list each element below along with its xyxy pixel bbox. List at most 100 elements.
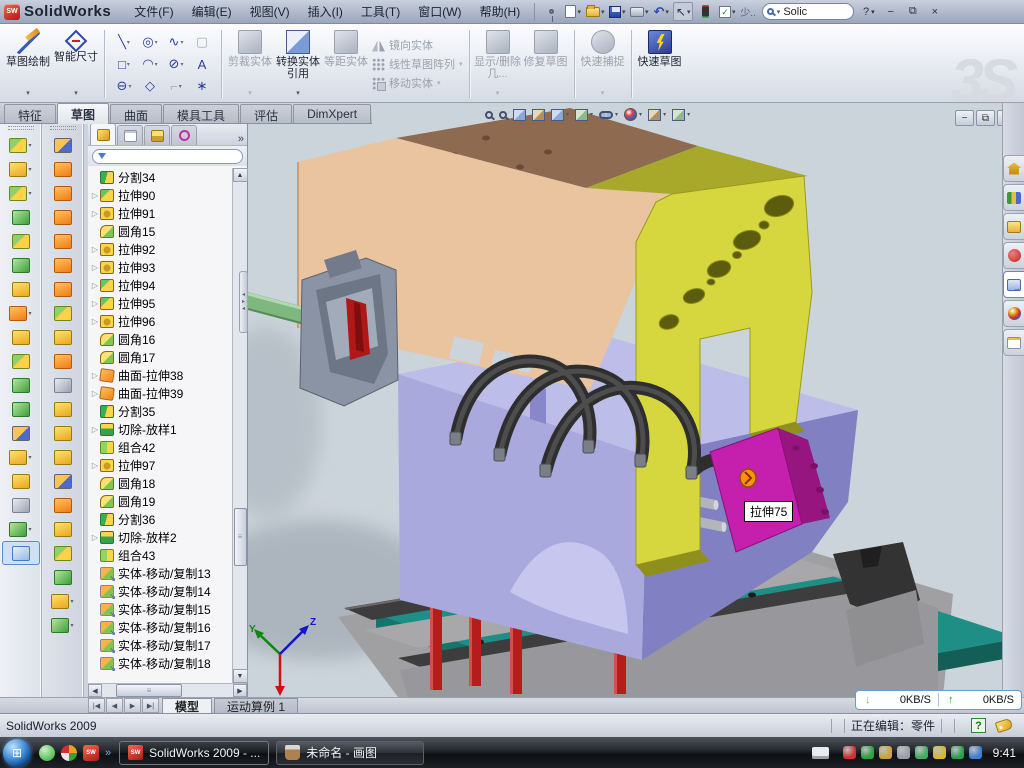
tray-security-green-icon[interactable]: [861, 746, 874, 759]
features-toolbar-icon-9[interactable]: [2, 325, 40, 349]
tray-network-icon[interactable]: [915, 746, 928, 759]
features-toolbar-icon-14[interactable]: ▾: [2, 445, 40, 469]
rebuild-icon[interactable]: [695, 2, 715, 21]
tab-DimXpert[interactable]: DimXpert: [293, 104, 371, 123]
mold-toolbar-icon-8[interactable]: [44, 301, 82, 325]
appearances-icon[interactable]: ▾: [624, 108, 642, 121]
mold-toolbar-icon-14[interactable]: [44, 445, 82, 469]
task-pane-home-button[interactable]: [1003, 155, 1024, 182]
mold-toolbar-icon-1[interactable]: [44, 133, 82, 157]
sketch-entity-icon[interactable]: ∿▾: [163, 31, 189, 53]
tree-item[interactable]: 实体-移动/复制14: [90, 582, 247, 600]
quick-launch-solidworks-icon[interactable]: SW: [83, 745, 99, 761]
tab-特征[interactable]: 特征: [4, 104, 56, 123]
doc-tab-inactive[interactable]: 运动算例 1: [214, 698, 298, 713]
doc-nav-button[interactable]: ▶: [124, 698, 141, 713]
tray-security-red-icon[interactable]: [843, 746, 856, 759]
zoom-area-icon[interactable]: [499, 111, 507, 119]
task-pane-design-library-button[interactable]: [1003, 184, 1024, 211]
expand-arrow-icon[interactable]: ▷: [90, 299, 100, 308]
restore-button[interactable]: ⧉: [903, 3, 923, 20]
expand-arrow-icon[interactable]: ▷: [90, 281, 100, 290]
convert-entities-button[interactable]: 转换实体引用▾: [274, 27, 322, 101]
panel-splitter-handle[interactable]: ◂▸◂: [239, 271, 248, 333]
sketch-entity-icon[interactable]: ▢: [189, 31, 215, 53]
tray-certificate-icon[interactable]: [879, 746, 892, 759]
quick-launch-messenger-icon[interactable]: [39, 745, 55, 761]
minimize-button[interactable]: −: [881, 3, 901, 20]
features-toolbar-icon-4[interactable]: [2, 205, 40, 229]
tab-模具工具[interactable]: 模具工具: [163, 104, 239, 123]
zoom-fit-icon[interactable]: [485, 111, 493, 119]
tab-property-manager[interactable]: [117, 125, 143, 145]
undo-button[interactable]: ↶▾: [651, 2, 671, 21]
expand-arrow-icon[interactable]: ▷: [90, 263, 100, 272]
taskbar-task-button[interactable]: 未命名 - 画图: [276, 741, 424, 765]
quick-snaps-button[interactable]: 快速捕捉▾: [579, 27, 627, 101]
menu-item[interactable]: 视图(V): [241, 0, 299, 23]
features-toolbar-icon-8[interactable]: ▾: [2, 301, 40, 325]
mirror-entities-button[interactable]: 镜向实体: [370, 36, 465, 55]
quick-tips-icon[interactable]: ?: [971, 718, 986, 733]
manager-tabs-overflow[interactable]: »: [238, 133, 244, 145]
features-toolbar-icon-6[interactable]: [2, 253, 40, 277]
quick-launch-antivirus-icon[interactable]: [61, 745, 77, 761]
open-button[interactable]: ▾: [585, 2, 605, 21]
search-input[interactable]: ▾ Solic: [762, 3, 854, 20]
sketch-button[interactable]: 草图绘制▾: [4, 27, 52, 101]
expand-arrow-icon[interactable]: ▷: [90, 533, 100, 542]
tree-item[interactable]: 实体-移动/复制16: [90, 618, 247, 636]
tray-shield-plus-icon[interactable]: [951, 746, 964, 759]
hide-show-items-icon[interactable]: ▾: [599, 111, 618, 119]
features-toolbar-icon-10[interactable]: [2, 349, 40, 373]
tree-item[interactable]: 组合42: [90, 438, 247, 456]
tree-item[interactable]: 圆角18: [90, 474, 247, 492]
mold-toolbar-icon-7[interactable]: [44, 277, 82, 301]
menu-item[interactable]: 插入(I): [299, 0, 352, 23]
graphics-viewport[interactable]: Y Z X ▾▾▾▾▾▾ − ⧉ × 拉伸75: [248, 103, 1002, 697]
mold-toolbar-icon-10[interactable]: [44, 349, 82, 373]
section-view-icon[interactable]: [513, 109, 526, 121]
doc-close-button[interactable]: ×: [997, 110, 1002, 126]
sketch-entity-icon[interactable]: ◠▾: [137, 53, 163, 75]
doc-minimize-button[interactable]: −: [955, 110, 974, 126]
tree-item[interactable]: 圆角17: [90, 348, 247, 366]
tree-item[interactable]: ▷拉伸96: [90, 312, 247, 330]
tab-configuration-manager[interactable]: [144, 125, 170, 145]
offset-entities-button[interactable]: 等距实体: [322, 27, 370, 101]
menu-item[interactable]: 窗口(W): [409, 0, 470, 23]
tab-评估[interactable]: 评估: [240, 104, 292, 123]
tree-item[interactable]: 分割35: [90, 402, 247, 420]
mold-toolbar-icon-9[interactable]: [44, 325, 82, 349]
mold-toolbar-icon-16[interactable]: [44, 493, 82, 517]
tree-item[interactable]: 实体-移动/复制13: [90, 564, 247, 582]
scroll-down-icon[interactable]: ▼: [233, 669, 248, 683]
smart-dimension-button[interactable]: 智能尺寸▾: [52, 27, 100, 101]
tree-item[interactable]: 圆角15: [90, 222, 247, 240]
tray-alert-icon[interactable]: [933, 746, 946, 759]
tree-item[interactable]: ▷曲面-拉伸39: [90, 384, 247, 402]
mold-toolbar-icon-19[interactable]: [44, 565, 82, 589]
taskbar-clock[interactable]: 9:41: [993, 746, 1016, 760]
doc-nav-button[interactable]: ▶|: [142, 698, 159, 713]
toolbar-overflow-label[interactable]: 少..: [740, 4, 756, 19]
features-toolbar-icon-18[interactable]: [2, 541, 40, 565]
tray-audio-icon[interactable]: [897, 746, 910, 759]
mold-toolbar-icon-17[interactable]: [44, 517, 82, 541]
select-button[interactable]: ↖▾: [673, 2, 693, 21]
features-toolbar-icon-16[interactable]: [2, 493, 40, 517]
doc-nav-button[interactable]: ◀: [106, 698, 123, 713]
mold-toolbar-icon-11[interactable]: [44, 373, 82, 397]
keyboard-layout-icon[interactable]: [812, 747, 829, 759]
options-button[interactable]: ✓▾: [717, 2, 737, 21]
features-toolbar-icon-15[interactable]: [2, 469, 40, 493]
features-toolbar-icon-13[interactable]: [2, 421, 40, 445]
features-toolbar-icon-11[interactable]: [2, 373, 40, 397]
menu-item[interactable]: 帮助(H): [471, 0, 530, 23]
sketch-entity-icon[interactable]: □▾: [111, 53, 137, 75]
features-toolbar-icon-5[interactable]: [2, 229, 40, 253]
tree-item[interactable]: ▷切除-放样1: [90, 420, 247, 438]
features-toolbar-icon-2[interactable]: ▾: [2, 157, 40, 181]
repair-sketch-button[interactable]: 修复草图: [522, 27, 570, 101]
rapid-sketch-button[interactable]: 快速草图: [636, 27, 684, 101]
